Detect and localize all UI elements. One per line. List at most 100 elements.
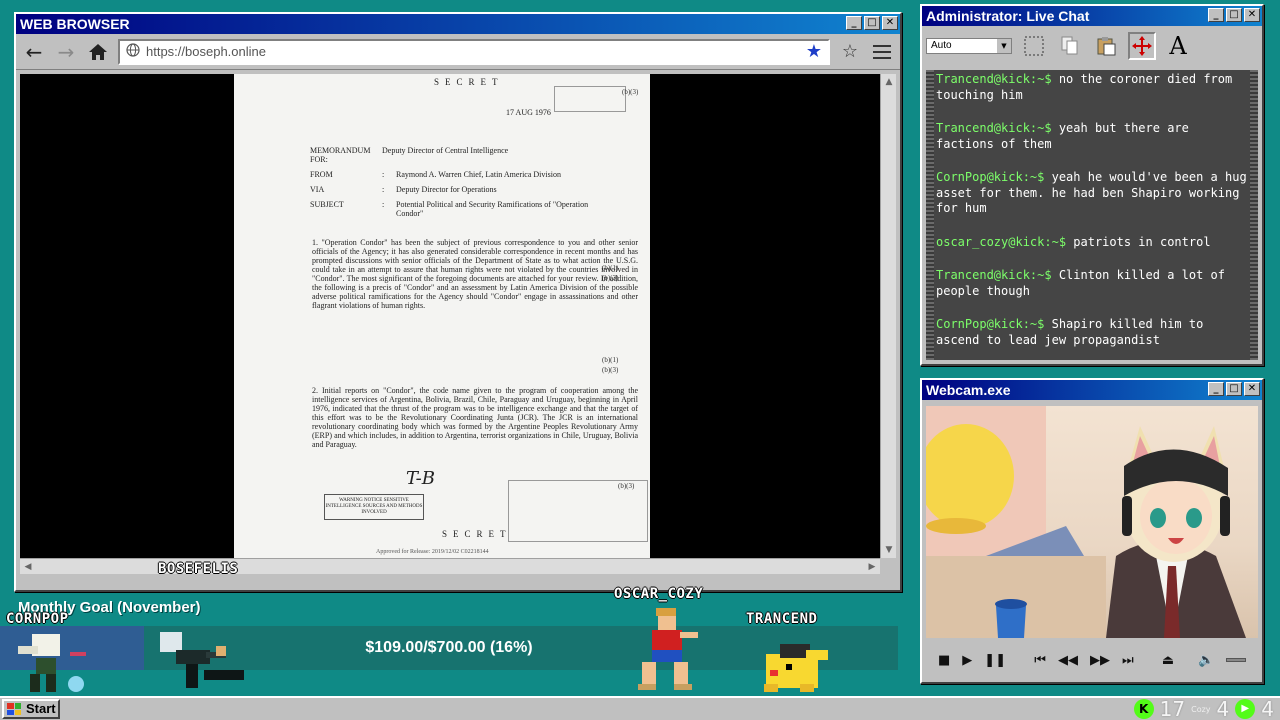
skip-forward-icon[interactable]: ⏭ [1122, 653, 1134, 668]
chat-right-edge [1250, 70, 1258, 360]
viewer-name-oscar: OSCAR_COZY [614, 586, 704, 602]
doc-exemption-b1: (b)(1) [602, 264, 619, 272]
taskbar: Start K 17 Cozy 4 ▶ 4 [0, 696, 1280, 720]
back-arrow-icon[interactable]: ← [22, 40, 46, 64]
doc-exemption-b1-2: (b)(1) [602, 356, 619, 364]
bookmark-star-icon[interactable]: ★ [806, 41, 822, 62]
system-tray: K 17 Cozy 4 ▶ 4 [1133, 697, 1274, 720]
address-bar[interactable]: https://boseph.online ★ [118, 38, 830, 65]
pixel-sprite-oscar [638, 608, 698, 690]
chevron-down-icon: ▼ [997, 39, 1011, 53]
minimize-button[interactable]: _ [1208, 382, 1224, 396]
maximize-button[interactable]: □ [1226, 8, 1242, 22]
close-button[interactable]: ✕ [1244, 382, 1260, 396]
chat-message: Trancend@kick:~$ no the coroner died fro… [936, 72, 1233, 102]
play-icon[interactable]: ▶ [962, 653, 972, 668]
favorites-star-icon[interactable]: ☆ [838, 40, 862, 64]
chat-toolbar: Auto ▼ A [922, 26, 1262, 66]
font-letter-icon[interactable]: A [1164, 32, 1192, 60]
doc-paragraph-1: 1. "Operation Condor" has been the subje… [312, 238, 638, 310]
webcam-window: Webcam.exe _ □ ✕ ■ ▶ ❚❚ ⏮ ◀◀ ▶▶ ⏭ ⏏ 🔈 [920, 378, 1264, 684]
start-label: Start [26, 701, 56, 716]
eject-icon[interactable]: ⏏ [1162, 653, 1174, 668]
horizontal-scrollbar[interactable]: ◀ ▶ [20, 558, 880, 574]
doc-exemption: (b)(3) [622, 88, 639, 96]
doc-signature: T-B [406, 468, 435, 489]
browser-title: WEB BROWSER [20, 16, 130, 32]
doc-exemption-b3-3: (b)(3) [618, 482, 635, 490]
chat-message: oscar_cozy@kick:~$ patriots in control [936, 234, 1211, 249]
chat-window: Administrator: Live Chat _ □ ✕ Auto ▼ A … [920, 4, 1264, 366]
scroll-down-arrow-icon[interactable]: ▼ [881, 542, 897, 558]
doc-header: MEMORANDUM FOR: Deputy Director of Centra… [310, 146, 589, 218]
globe-icon [126, 43, 140, 60]
stop-icon[interactable]: ■ [938, 653, 950, 668]
tray-count-followers: 17 [1159, 697, 1186, 720]
maximize-button[interactable]: □ [1226, 382, 1242, 396]
scroll-up-arrow-icon[interactable]: ▲ [881, 74, 897, 90]
scroll-right-arrow-icon[interactable]: ▶ [864, 559, 880, 575]
select-dotted-icon[interactable] [1020, 32, 1048, 60]
viewer-name-trancend: TRANCEND [746, 611, 818, 627]
doc-date: 17 AUG 1976 [506, 108, 551, 117]
viewer-name-bosefelis: BOSEFELIS [158, 561, 239, 577]
move-arrows-icon[interactable] [1128, 32, 1156, 60]
webcam-title: Webcam.exe [926, 382, 1011, 398]
doc-bottom-classification: SECRET [442, 529, 512, 539]
minimize-button[interactable]: _ [846, 16, 862, 30]
volume-icon[interactable]: 🔈 [1198, 653, 1214, 668]
doc-redaction-box [554, 86, 626, 112]
vtuber-avatar-image [926, 406, 1246, 638]
volume-slider[interactable] [1226, 658, 1247, 662]
viewer-name-cornpop: CORNPOP [6, 611, 69, 627]
minimize-button[interactable]: _ [1208, 8, 1224, 22]
chat-message: CornPop@kick:~$ yeah he would've been a … [936, 170, 1247, 215]
webcam-titlebar[interactable]: Webcam.exe _ □ ✕ [922, 380, 1262, 400]
webcam-video-feed [926, 406, 1258, 638]
chat-left-edge [926, 70, 934, 360]
doc-warning-stamp: WARNING NOTICE SENSITIVE INTELLIGENCE SO… [324, 494, 424, 520]
fast-forward-icon[interactable]: ▶▶ [1090, 653, 1110, 668]
browser-navbar: ← → https://boseph.online ★ ☆ [16, 34, 900, 70]
page-viewport[interactable]: SECRET (b)(3) 17 AUG 1976 MEMORANDUM FOR… [20, 74, 880, 558]
pixel-sprite-bosefelis [160, 632, 244, 688]
font-size-value: Auto [931, 40, 952, 51]
home-icon[interactable] [86, 40, 110, 64]
forward-arrow-icon[interactable]: → [54, 40, 78, 64]
browser-titlebar[interactable]: WEB BROWSER _ □ ✕ [16, 14, 900, 34]
play-circle-icon[interactable]: ▶ [1235, 699, 1256, 719]
close-button[interactable]: ✕ [1244, 8, 1260, 22]
chat-title: Administrator: Live Chat [926, 8, 1090, 24]
chat-titlebar[interactable]: Administrator: Live Chat _ □ ✕ [922, 6, 1262, 26]
font-size-select[interactable]: Auto ▼ [926, 38, 1012, 54]
doc-exemption-b3: (b)(3) [602, 274, 619, 282]
start-button[interactable]: Start [2, 699, 60, 719]
doc-exemption-b3-2: (b)(3) [602, 366, 619, 374]
doc-approved-line: Approved for Release: 2019/12/02 C022181… [376, 549, 489, 555]
windows-logo-icon [7, 703, 21, 715]
tray-count-live: 4 [1261, 697, 1274, 720]
maximize-button[interactable]: □ [864, 16, 880, 30]
paste-icon[interactable] [1092, 32, 1120, 60]
rewind-icon[interactable]: ◀◀ [1058, 653, 1078, 668]
doc-paragraph-2: 2. Initial reports on "Condor", the code… [312, 386, 638, 449]
url-text[interactable]: https://boseph.online [146, 44, 800, 59]
menu-icon[interactable] [870, 40, 894, 64]
kick-logo-icon[interactable]: K [1133, 699, 1154, 719]
doc-classification: SECRET [434, 77, 504, 87]
vertical-scrollbar[interactable]: ▲ ▼ [880, 74, 896, 558]
pause-icon[interactable]: ❚❚ [984, 653, 1006, 668]
cozy-label: Cozy [1191, 704, 1211, 714]
pixel-sprite-cornpop [18, 634, 86, 692]
scroll-left-arrow-icon[interactable]: ◀ [20, 559, 36, 575]
tray-count-viewers: 4 [1216, 697, 1230, 720]
pixel-sprite-trancend [764, 644, 828, 692]
document-page: SECRET (b)(3) 17 AUG 1976 MEMORANDUM FOR… [234, 74, 650, 558]
close-button[interactable]: ✕ [882, 16, 898, 30]
browser-window: WEB BROWSER _ □ ✕ ← → https://boseph.onl… [14, 12, 902, 592]
chat-message: CornPop@kick:~$ Shapiro killed him to as… [936, 317, 1204, 347]
copy-icon[interactable] [1056, 32, 1084, 60]
skip-back-icon[interactable]: ⏮ [1034, 653, 1046, 668]
chat-message-list[interactable]: Trancend@kick:~$ no the coroner died fro… [926, 70, 1258, 360]
chat-message: Trancend@kick:~$ yeah but there are fact… [936, 121, 1189, 151]
